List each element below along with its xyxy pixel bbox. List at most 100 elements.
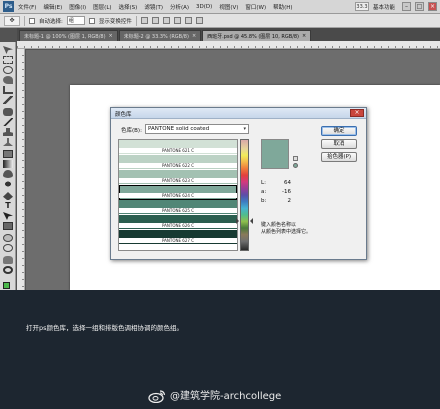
lab-a-row: a: -16 bbox=[261, 189, 291, 195]
pen-tool-icon[interactable] bbox=[3, 192, 13, 200]
menu-view[interactable]: 视图(V) bbox=[219, 3, 238, 11]
lab-b-value: 2 bbox=[287, 198, 292, 204]
align-center-icon[interactable] bbox=[184, 17, 192, 24]
minimize-icon[interactable]: – bbox=[402, 2, 411, 11]
menu-filter[interactable]: 滤镜(T) bbox=[144, 3, 163, 11]
book-value: PANTONE solid coated bbox=[148, 126, 210, 132]
lab-l-value: 64 bbox=[284, 180, 291, 186]
cube-icon[interactable] bbox=[293, 156, 298, 161]
menu-select[interactable]: 选择(S) bbox=[119, 3, 138, 11]
show-transform-label: 显示变换控件 bbox=[98, 18, 132, 25]
align-left-icon[interactable] bbox=[173, 17, 181, 24]
menu-layer[interactable]: 图层(L) bbox=[93, 3, 111, 11]
close-tab-icon[interactable]: × bbox=[302, 33, 306, 39]
zoom-tool-icon[interactable] bbox=[3, 266, 13, 274]
gradient-tool-icon[interactable] bbox=[3, 160, 13, 168]
close-icon[interactable]: × bbox=[428, 2, 437, 11]
slider-marker-right-icon bbox=[250, 218, 253, 224]
eraser-tool-icon[interactable] bbox=[3, 150, 13, 158]
3d-rotate-tool-icon[interactable] bbox=[3, 234, 13, 242]
lab-b-row: b: 2 bbox=[261, 198, 291, 204]
lab-l-label: L: bbox=[261, 180, 266, 186]
out-of-gamut-swatch[interactable] bbox=[293, 163, 298, 168]
clone-stamp-tool-icon[interactable] bbox=[3, 128, 13, 136]
menu-image[interactable]: 图像(I) bbox=[69, 3, 86, 11]
type-tool-icon[interactable]: T bbox=[3, 202, 13, 210]
swatch-row[interactable]: PANTONE 626 C bbox=[119, 215, 237, 230]
move-tool-icon[interactable] bbox=[3, 46, 13, 54]
menu-file[interactable]: 文件(F) bbox=[18, 3, 36, 11]
close-tab-icon[interactable]: × bbox=[192, 33, 196, 39]
lab-a-value: -16 bbox=[282, 189, 291, 195]
align-top-icon[interactable] bbox=[140, 17, 148, 24]
3d-orbit-tool-icon[interactable] bbox=[3, 244, 13, 252]
close-icon[interactable]: × bbox=[350, 109, 364, 117]
swatch-name: PANTONE 621 C bbox=[119, 148, 237, 153]
chevron-down-icon: ▾ bbox=[243, 126, 246, 132]
lasso-tool-icon[interactable] bbox=[3, 66, 13, 74]
align-right-icon[interactable] bbox=[195, 17, 203, 24]
dodge-tool-icon[interactable] bbox=[3, 180, 13, 188]
menu-help[interactable]: 帮助(H) bbox=[273, 3, 292, 11]
menu-bar: Ps 文件(F) 编辑(E) 图像(I) 图层(L) 选择(S) 滤镜(T) 分… bbox=[0, 0, 440, 14]
eyedropper-tool-icon[interactable] bbox=[3, 96, 13, 104]
ok-button[interactable]: 确定 bbox=[321, 126, 357, 136]
workspace-switcher[interactable]: 基本功能 bbox=[373, 3, 395, 11]
color-picker-button[interactable]: 拾色器(P) bbox=[321, 152, 357, 162]
tab-document-1[interactable]: 未标题-1 @ 100% (图层 1, RGB/8) × bbox=[19, 30, 118, 41]
dialog-title-bar[interactable]: 颜色库 × bbox=[111, 108, 366, 119]
menu-window[interactable]: 窗口(W) bbox=[245, 3, 266, 11]
history-brush-tool-icon[interactable] bbox=[3, 138, 13, 146]
menu-right-group: 33.3 基本功能 – □ × bbox=[354, 2, 437, 11]
tab-document-3[interactable]: 西班牙.psd @ 45.8% (图层 10, RGB/8) × bbox=[202, 30, 312, 41]
options-bar: ✥ 自动选择: 组 显示变换控件 bbox=[0, 14, 440, 28]
hint-text: 键入颜色名称以 从颜色列表中选择它。 bbox=[261, 222, 312, 235]
swatch-row[interactable]: PANTONE 622 C bbox=[119, 155, 237, 170]
options-divider bbox=[24, 15, 25, 26]
healing-brush-tool-icon[interactable] bbox=[3, 108, 13, 116]
swatch-list[interactable]: PANTONE 621 C PANTONE 622 C PANTONE 623 C P… bbox=[118, 139, 238, 251]
path-select-tool-icon[interactable] bbox=[3, 212, 13, 220]
document-tabs: 未标题-1 @ 100% (图层 1, RGB/8) × 未标题-2 @ 33.3… bbox=[17, 28, 440, 41]
zoom-level[interactable]: 33.3 bbox=[354, 2, 369, 11]
maximize-icon[interactable]: □ bbox=[415, 2, 424, 11]
photoshop-logo: Ps bbox=[3, 1, 14, 12]
auto-select-checkbox[interactable] bbox=[29, 17, 35, 24]
tab-label: 未标题-1 @ 100% (图层 1, RGB/8) bbox=[24, 33, 106, 40]
auto-select-dropdown[interactable]: 组 bbox=[66, 16, 85, 25]
tab-label: 未标题-2 @ 33.3% (RGB/8) bbox=[123, 33, 189, 40]
vertical-ruler bbox=[17, 49, 25, 290]
book-dropdown[interactable]: PANTONE solid coated ▾ bbox=[145, 124, 249, 134]
foreground-color-swatch[interactable] bbox=[3, 282, 10, 289]
align-bottom-icon[interactable] bbox=[162, 17, 170, 24]
menu-analysis[interactable]: 分析(A) bbox=[170, 3, 189, 11]
swatch-row[interactable]: PANTONE 625 C bbox=[119, 200, 237, 215]
brush-tool-icon[interactable] bbox=[3, 118, 13, 126]
show-transform-checkbox[interactable] bbox=[88, 17, 95, 24]
swatch-row[interactable]: PANTONE 624 C bbox=[119, 185, 237, 200]
marquee-tool-icon[interactable] bbox=[3, 56, 13, 64]
shape-tool-icon[interactable] bbox=[3, 222, 13, 230]
tab-document-2[interactable]: 未标题-2 @ 33.3% (RGB/8) × bbox=[118, 30, 202, 41]
caption-text: 打开ps颜色库，选择一组和排版色调相协调的颜色组。 bbox=[26, 324, 184, 332]
cancel-button[interactable]: 取消 bbox=[321, 139, 357, 149]
crop-tool-icon[interactable] bbox=[3, 86, 13, 94]
swatch-name: PANTONE 623 C bbox=[119, 178, 237, 183]
screenshot-root: Ps 文件(F) 编辑(E) 图像(I) 图层(L) 选择(S) 滤镜(T) 分… bbox=[0, 0, 440, 409]
book-label: 色库(B): bbox=[121, 128, 142, 134]
color-libraries-dialog: 颜色库 × 色库(B): PANTONE solid coated ▾ PANT… bbox=[110, 107, 367, 260]
slider-marker-left-icon bbox=[236, 218, 239, 224]
swatch-row[interactable]: PANTONE 627 C bbox=[119, 230, 237, 245]
menu-3d[interactable]: 3D(D) bbox=[196, 4, 212, 10]
hand-tool-icon[interactable] bbox=[3, 256, 13, 264]
close-tab-icon[interactable]: × bbox=[109, 33, 113, 39]
swatch-row[interactable]: PANTONE 621 C bbox=[119, 140, 237, 155]
color-spectrum-slider[interactable] bbox=[240, 139, 249, 251]
blur-tool-icon[interactable] bbox=[3, 170, 13, 178]
quick-select-tool-icon[interactable] bbox=[3, 76, 13, 84]
move-tool-preset-icon[interactable]: ✥ bbox=[4, 15, 20, 26]
align-middle-icon[interactable] bbox=[151, 17, 159, 24]
dialog-title: 颜色库 bbox=[115, 112, 132, 118]
menu-edit[interactable]: 编辑(E) bbox=[43, 3, 62, 11]
swatch-row[interactable]: PANTONE 623 C bbox=[119, 170, 237, 185]
